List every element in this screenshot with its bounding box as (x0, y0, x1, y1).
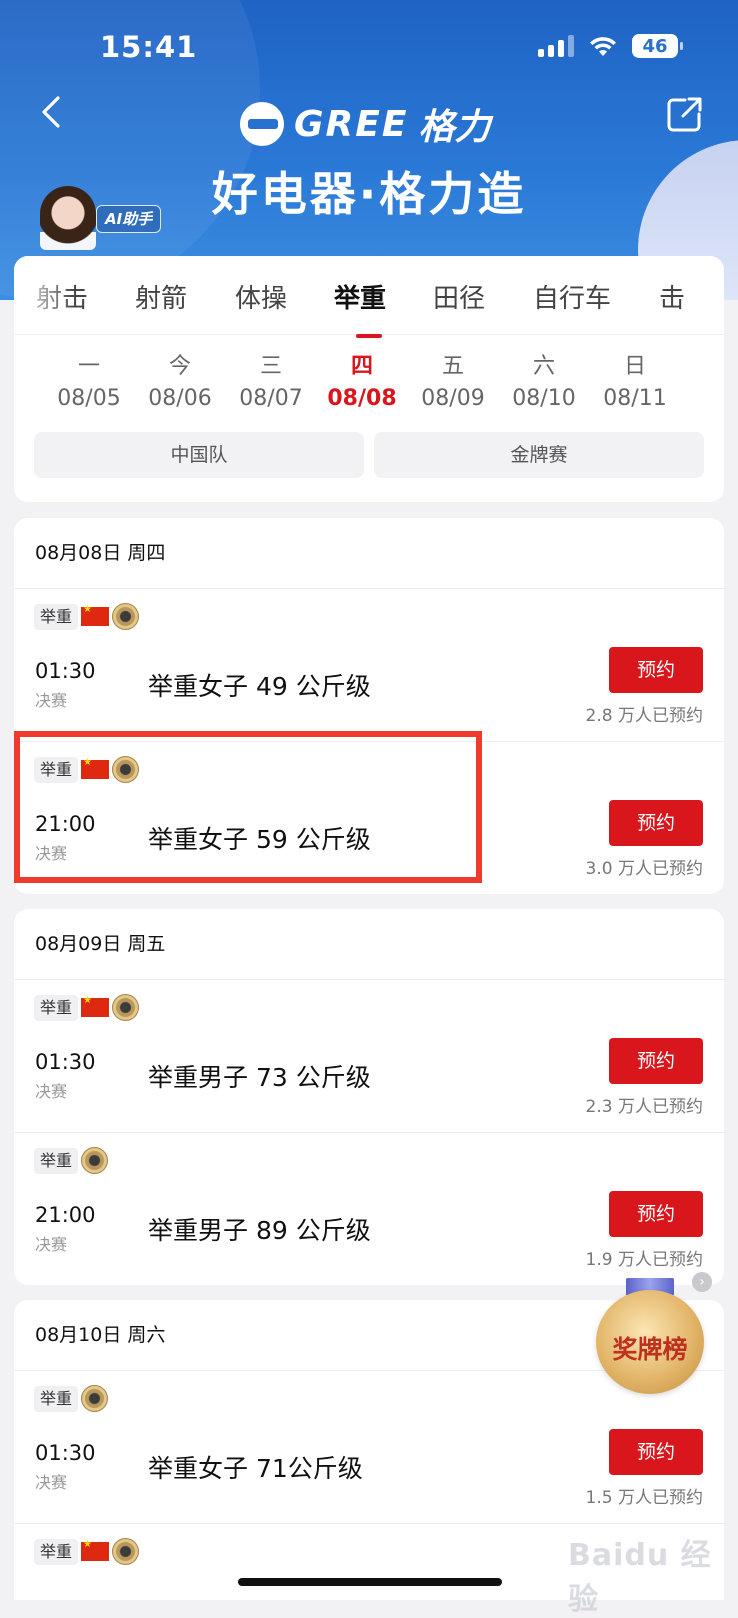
event-name: 举重女子 59 公斤级 (148, 825, 371, 854)
gree-logo-mark (240, 102, 284, 146)
date-item[interactable]: 日 08/11 (595, 352, 675, 411)
date-item[interactable]: 五 08/09 (413, 352, 493, 411)
battery-icon: 46 (632, 34, 683, 58)
china-flag-icon (81, 757, 110, 779)
china-team-filter-button[interactable]: 中国队 (34, 432, 364, 478)
event-stage: 决赛 (35, 1473, 68, 1492)
day-schedule-card: 08月08日 周四 举重 01:30 决赛 举重女子 49 公斤级 预约 2.8… (14, 518, 724, 894)
day-schedule-card: 08月09日 周五 举重 01:30 决赛 举重男子 73 公斤级 预约 2.3… (14, 909, 724, 1285)
event-time: 01:30 (35, 1441, 96, 1465)
china-flag-icon (81, 995, 110, 1017)
date-item[interactable]: 六 08/10 (504, 352, 584, 411)
status-icons: 46 (538, 34, 683, 58)
ai-assistant-avatar[interactable] (40, 186, 96, 250)
date-item-selected[interactable]: 四 08/08 (322, 352, 402, 411)
reserve-button[interactable]: 预约 (609, 800, 703, 846)
gold-medal-icon (112, 1538, 140, 1565)
gold-medal-icon (112, 603, 140, 630)
event-time: 21:00 (35, 812, 96, 836)
header-banner: 15:41 46 GREE 格力 好电器·格力造 AI助手 (0, 0, 738, 300)
event-row[interactable]: 举重 21:00 决赛 举重女子 59 公斤级 预约 3.0 万人已预约 (14, 742, 724, 894)
back-icon[interactable] (34, 92, 74, 132)
sport-tag: 举重 (34, 756, 79, 783)
reserve-button[interactable]: 预约 (609, 1038, 703, 1084)
status-time: 15:41 (100, 30, 198, 64)
gree-logo: GREE 格力 (240, 98, 490, 150)
cellular-signal-icon (538, 35, 574, 57)
date-item[interactable]: 一 08/05 (49, 352, 129, 411)
china-flag-icon (81, 1539, 110, 1561)
tab-cycling[interactable]: 自行车 (533, 278, 611, 315)
event-name: 举重男子 73 公斤级 (148, 1063, 371, 1092)
day-header: 08月08日 周四 (14, 518, 724, 589)
medal-board-label: 奖牌榜 (612, 1335, 688, 1364)
gold-medal-icon (112, 994, 140, 1021)
event-time: 01:30 (35, 659, 96, 683)
event-row[interactable]: 举重 01:30 决赛 举重女子 49 公斤级 预约 2.8 万人已预约 (14, 589, 724, 742)
reservation-count: 3.0 万人已预约 (585, 859, 703, 879)
tab-athletics[interactable]: 田径 (433, 278, 485, 315)
gold-medal-filter-button[interactable]: 金牌赛 (374, 432, 704, 478)
tab-fencing[interactable]: 击 (659, 278, 685, 315)
event-stage: 决赛 (35, 691, 68, 710)
brand-name-en: GREE (294, 103, 409, 145)
sport-tag: 举重 (34, 1385, 79, 1412)
reservation-count: 1.9 万人已预约 (585, 1250, 703, 1270)
reserve-button[interactable]: 预约 (609, 647, 703, 693)
event-stage: 决赛 (35, 1082, 68, 1101)
sport-tag: 举重 (34, 1538, 79, 1565)
reserve-button[interactable]: 预约 (609, 1191, 703, 1237)
filter-card: 射击 射箭 体操 举重 田径 自行车 击 一08/05 今08/06 三08/0… (14, 256, 724, 502)
reserve-button[interactable]: 预约 (609, 1429, 703, 1475)
sport-tag: 举重 (34, 603, 79, 630)
active-tab-indicator (356, 334, 382, 338)
share-icon[interactable] (665, 94, 705, 134)
day-header: 08月09日 周五 (14, 909, 724, 980)
date-item[interactable]: 三 08/07 (231, 352, 311, 411)
baidu-watermark: Baidu 经验 (568, 1538, 712, 1617)
reservation-count: 1.5 万人已预约 (585, 1488, 703, 1508)
gold-medal-icon (81, 1147, 109, 1174)
event-name: 举重女子 71公斤级 (148, 1454, 363, 1483)
event-name: 举重男子 89 公斤级 (148, 1216, 371, 1245)
sport-tag: 举重 (34, 994, 79, 1021)
home-indicator[interactable] (238, 1578, 502, 1586)
gold-medal-icon (112, 756, 140, 783)
sport-category-tabs: 射击 射箭 体操 举重 田径 自行车 击 (14, 256, 724, 335)
event-time: 21:00 (35, 1203, 96, 1227)
tab-gymnastics[interactable]: 体操 (235, 278, 287, 315)
sport-tag: 举重 (34, 1147, 79, 1174)
brand-name-cn: 格力 (418, 106, 491, 148)
date-item[interactable]: 今 08/06 (140, 352, 220, 411)
gold-medal-icon (81, 1385, 109, 1412)
event-row[interactable]: 举重 01:30 决赛 举重男子 73 公斤级 预约 2.3 万人已预约 (14, 980, 724, 1133)
event-name: 举重女子 49 公斤级 (148, 672, 371, 701)
tab-archery[interactable]: 射箭 (135, 278, 187, 315)
reservation-count: 2.3 万人已预约 (585, 1097, 703, 1117)
ai-assistant-tag[interactable]: AI助手 (96, 205, 162, 233)
event-stage: 决赛 (35, 1235, 68, 1254)
tab-weightlifting[interactable]: 举重 (334, 278, 386, 315)
event-stage: 决赛 (35, 844, 68, 863)
event-row[interactable]: 举重 21:00 决赛 举重男子 89 公斤级 预约 1.9 万人已预约 (14, 1133, 724, 1285)
china-flag-icon (81, 604, 110, 626)
reservation-count: 2.8 万人已预约 (585, 706, 703, 726)
event-time: 01:30 (35, 1050, 96, 1074)
wifi-icon (590, 37, 616, 56)
medal-board-button[interactable]: 奖牌榜 (596, 1278, 704, 1396)
